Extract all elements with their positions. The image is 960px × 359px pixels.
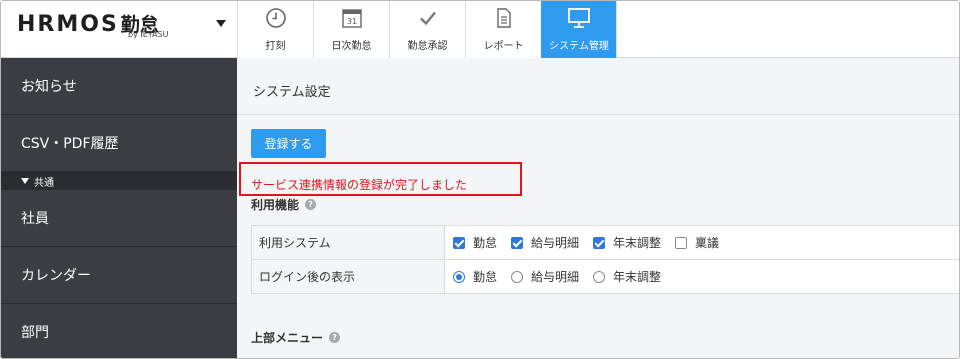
row-label: ログイン後の表示 [251, 259, 445, 294]
checkbox-icon[interactable] [511, 236, 524, 249]
option-label: 勤怠 [473, 270, 498, 284]
checkbox-year-end-adjustment[interactable]: 年末調整 [593, 234, 661, 251]
tab-label: システム管理 [549, 41, 609, 52]
checkmark-icon [416, 6, 440, 30]
sidebar-group-label: 共通 [34, 177, 54, 189]
option-label: 年末調整 [613, 270, 662, 284]
help-icon[interactable]: ? [329, 332, 341, 343]
checkbox-icon[interactable] [453, 236, 465, 249]
option-label: 給与明細 [531, 236, 580, 250]
sidebar: お知らせ CSV・PDF履歴 共通 社員 カレンダー 部門 [1, 58, 237, 358]
section-title-label: 上部メニュー [251, 331, 324, 345]
checkbox-icon[interactable] [593, 236, 606, 249]
radio-icon[interactable] [511, 270, 524, 283]
sidebar-item-label: 社員 [21, 211, 49, 227]
main-content: システム設定 登録する サービス連携情報の登録が完了しました 利用機能 ? 利用… [237, 58, 959, 358]
section-title-label: 利用機能 [251, 198, 300, 212]
calendar-icon: 31 [340, 6, 364, 30]
features-table: 利用システム 勤怠 給与明細 年末調整 稟議 ログイン後の表示 勤怠 給与明細 [251, 225, 959, 294]
checkbox-approval-request[interactable]: 稟議 [675, 234, 719, 251]
monitor-icon [567, 6, 591, 30]
page-title: システム設定 [253, 85, 331, 100]
radio-attendance[interactable]: 勤怠 [453, 268, 497, 285]
checkbox-payslip[interactable]: 給与明細 [511, 234, 579, 251]
sidebar-item-label: カレンダー [21, 268, 91, 284]
sidebar-item-calendar[interactable]: カレンダー [1, 247, 237, 304]
tab-attendance-approval[interactable]: 勤怠承認 [389, 1, 465, 58]
section-title-features: 利用機能 ? [251, 196, 317, 213]
sidebar-item-label: 部門 [21, 325, 49, 341]
post-login-radio-group: 勤怠 給与明細 年末調整 [453, 268, 959, 285]
option-label: 勤怠 [473, 236, 498, 250]
sidebar-group-common[interactable]: 共通 [1, 172, 237, 190]
sidebar-item-employees[interactable]: 社員 [1, 190, 237, 247]
sidebar-item-csv-pdf-history[interactable]: CSV・PDF履歴 [1, 115, 237, 172]
section-title-top-menu: 上部メニュー ? [251, 329, 341, 346]
sidebar-item-label: お知らせ [21, 79, 77, 95]
sidebar-item-notices[interactable]: お知らせ [1, 58, 237, 115]
app-window: HRMOS 勤怠 by IEYASU 打刻 31 日次勤怠 勤怠承認 レポート … [0, 0, 960, 359]
tab-label: レポート [483, 41, 524, 52]
page-title-bar: システム設定 [237, 58, 959, 115]
tab-label: 日次勤怠 [331, 41, 372, 52]
radio-payslip[interactable]: 給与明細 [511, 268, 579, 285]
checkbox-attendance[interactable]: 勤怠 [453, 234, 497, 251]
tab-clock-in[interactable]: 打刻 [237, 1, 313, 58]
radio-icon[interactable] [453, 270, 465, 283]
table-row: 利用システム 勤怠 給与明細 年末調整 稟議 [251, 225, 959, 260]
tab-label: 打刻 [265, 41, 286, 52]
tab-report[interactable]: レポート [465, 1, 541, 58]
help-icon[interactable]: ? [305, 199, 317, 210]
success-notice: サービス連携情報の登録が完了しました [251, 178, 468, 192]
tab-label: 勤怠承認 [407, 41, 448, 52]
checkbox-icon[interactable] [675, 236, 688, 249]
logo-byline: by IEYASU [128, 30, 169, 39]
option-label: 稟議 [695, 236, 720, 250]
system-checkbox-group: 勤怠 給与明細 年末調整 稟議 [453, 234, 959, 251]
tab-system-admin[interactable]: システム管理 [541, 1, 617, 58]
sidebar-item-departments[interactable]: 部門 [1, 304, 237, 358]
radio-icon[interactable] [593, 270, 606, 283]
clock-icon [264, 6, 288, 30]
top-header: HRMOS 勤怠 by IEYASU 打刻 31 日次勤怠 勤怠承認 レポート … [1, 1, 959, 58]
radio-year-end-adjustment[interactable]: 年末調整 [593, 268, 661, 285]
document-icon [492, 6, 516, 30]
table-row: ログイン後の表示 勤怠 給与明細 年末調整 [251, 259, 959, 294]
caret-down-icon [21, 178, 29, 184]
logo-wordmark: HRMOS [17, 12, 119, 37]
tab-daily-attendance[interactable]: 31 日次勤怠 [313, 1, 389, 58]
global-nav: 打刻 31 日次勤怠 勤怠承認 レポート システム管理 [237, 1, 617, 58]
calendar-day-number: 31 [346, 17, 356, 26]
sidebar-item-label: CSV・PDF履歴 [21, 136, 119, 152]
option-label: 年末調整 [613, 236, 662, 250]
chevron-down-icon[interactable] [216, 20, 226, 27]
option-label: 給与明細 [531, 270, 580, 284]
register-button[interactable]: 登録する [251, 129, 326, 158]
row-label: 利用システム [251, 225, 445, 260]
